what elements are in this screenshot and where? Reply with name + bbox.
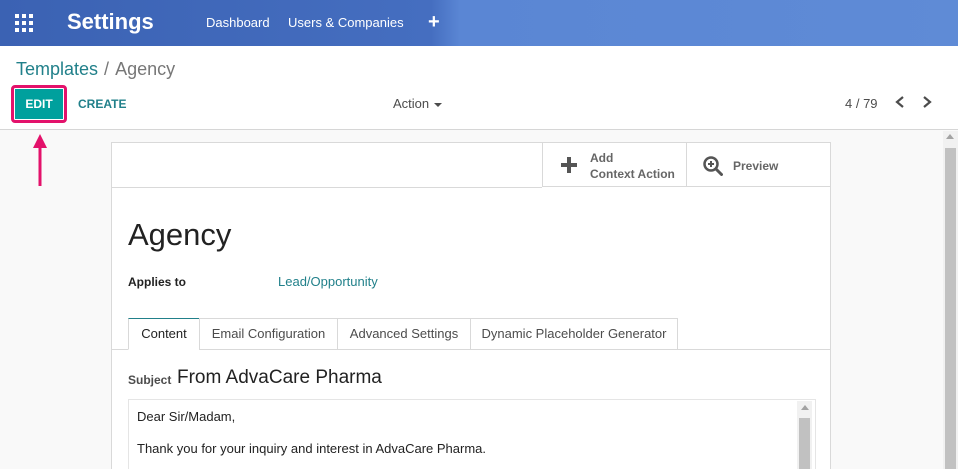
preview-button[interactable]: Preview — [686, 143, 831, 187]
button-box: Add Context Action Preview — [542, 143, 831, 187]
preview-label: Preview — [733, 159, 779, 173]
breadcrumb-separator: / — [104, 59, 110, 79]
record-title[interactable]: Agency — [128, 217, 231, 253]
breadcrumb: Templates / Agency — [16, 58, 175, 80]
menu-dashboard[interactable]: Dashboard — [206, 15, 270, 31]
email-body-editor[interactable]: Dear Sir/Madam, Thank you for your inqui… — [128, 399, 816, 469]
tab-dynamic-placeholder-generator[interactable]: Dynamic Placeholder Generator — [470, 318, 678, 350]
menu-users-companies[interactable]: Users & Companies — [288, 15, 404, 31]
scroll-up-icon[interactable] — [946, 134, 954, 139]
scroll-up-icon[interactable] — [801, 405, 809, 410]
add-context-action-button[interactable]: Add Context Action — [542, 143, 686, 187]
context-action-line2: Context Action — [590, 167, 675, 181]
tab-email-configuration[interactable]: Email Configuration — [199, 318, 338, 350]
plus-icon — [561, 157, 577, 173]
editor-scrollbar-thumb[interactable] — [799, 418, 810, 469]
zoom-in-icon — [703, 156, 723, 176]
applies-to-value[interactable]: Lead/Opportunity — [278, 274, 378, 290]
action-label: Action — [393, 96, 430, 111]
chevron-left-icon[interactable] — [893, 94, 907, 110]
tab-advanced-settings[interactable]: Advanced Settings — [337, 318, 471, 350]
subject-label: Subject — [128, 373, 172, 387]
page-scrollbar-thumb[interactable] — [945, 148, 956, 469]
pager-value[interactable]: 4 / 79 — [845, 96, 878, 112]
edit-button[interactable]: EDIT — [15, 89, 63, 119]
divider — [112, 187, 542, 188]
subject-value[interactable]: From AdvaCare Pharma — [177, 367, 382, 389]
body-line: Dear Sir/Madam, — [137, 409, 236, 424]
grid-icon[interactable] — [15, 14, 33, 32]
top-navbar: Settings Dashboard Users & Companies + — [0, 0, 958, 46]
create-button[interactable]: CREATE — [78, 97, 126, 111]
chevron-right-icon[interactable] — [920, 94, 934, 110]
annotation-arrow-icon — [33, 134, 47, 186]
form-sheet: Add Context Action Preview Agency Applie… — [111, 142, 831, 469]
action-dropdown[interactable]: Action — [393, 96, 443, 112]
caret-down-icon — [434, 102, 443, 107]
breadcrumb-current: Agency — [115, 59, 176, 79]
tab-content[interactable]: Content — [128, 318, 200, 350]
plus-icon[interactable]: + — [428, 11, 440, 33]
body-line: Thank you for your inquiry and interest … — [137, 441, 487, 456]
breadcrumb-templates[interactable]: Templates — [16, 59, 98, 79]
control-panel: Templates / Agency EDIT CREATE Action 4 / … — [0, 46, 958, 130]
applies-to-label: Applies to — [128, 275, 187, 289]
context-action-line1: Add — [590, 151, 614, 165]
app-title: Settings — [67, 9, 154, 34]
